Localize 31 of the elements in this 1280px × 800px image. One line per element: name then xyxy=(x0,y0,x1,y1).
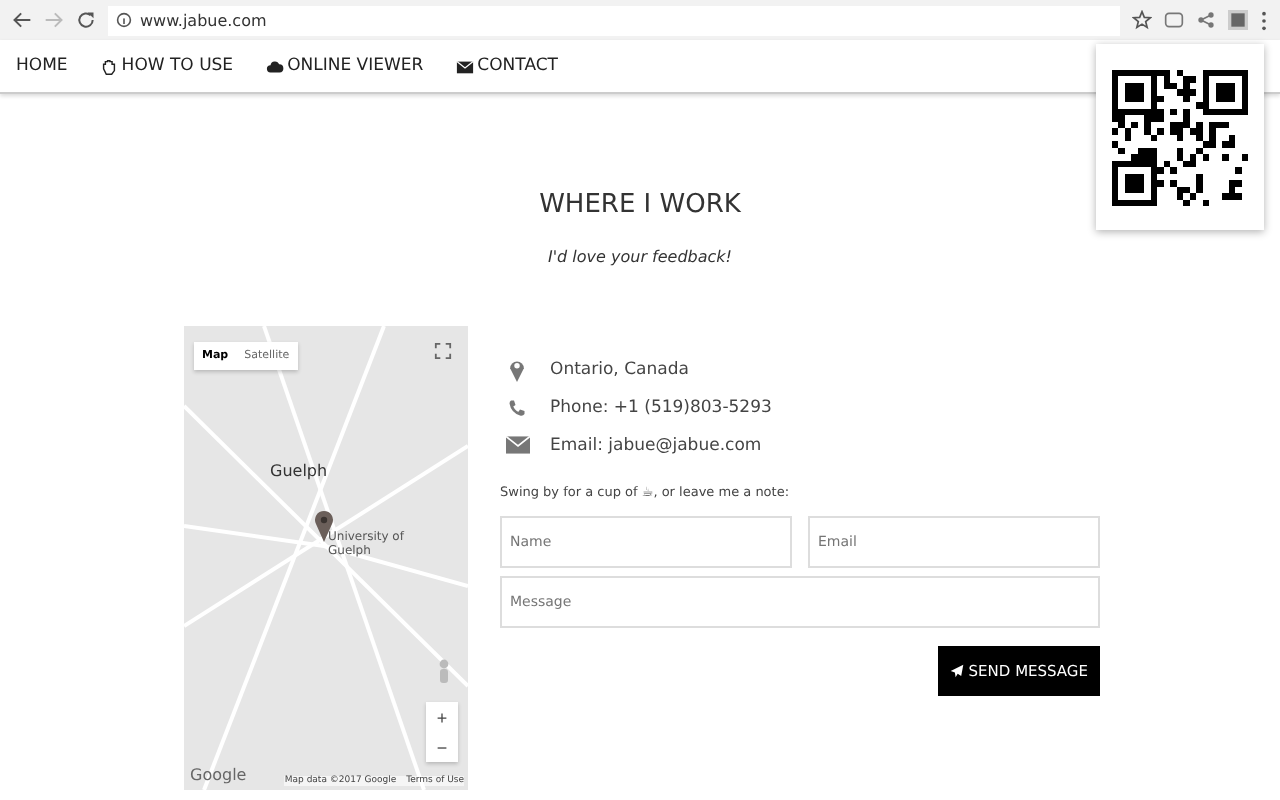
qr-extension-icon[interactable] xyxy=(1228,10,1248,30)
fullscreen-icon[interactable] xyxy=(434,342,452,360)
star-icon[interactable] xyxy=(1132,10,1152,30)
contact-detail: Email: jabue@jabue.com xyxy=(550,435,762,455)
location-pin-icon xyxy=(508,357,526,381)
nav-link[interactable]: HOME xyxy=(16,56,68,76)
contact-detail: Ontario, Canada xyxy=(550,359,689,379)
hand-icon xyxy=(99,57,118,75)
phone-icon xyxy=(508,395,526,419)
qr-code-icon xyxy=(1112,67,1248,207)
nav-link[interactable]: ONLINE VIEWER xyxy=(265,56,424,76)
nav-link[interactable]: HOW TO USE xyxy=(99,56,234,76)
menu-icon[interactable] xyxy=(1260,9,1268,31)
zoom-in-button[interactable]: + xyxy=(426,702,458,732)
cloud-icon xyxy=(265,57,284,75)
section-subtitle: I'd love your feedback! xyxy=(546,248,734,266)
map-city-label: Guelph xyxy=(270,462,328,480)
map-logo: Google xyxy=(190,766,247,784)
envelope-icon xyxy=(455,57,474,75)
contact-detail: Phone: +1 (519)803-5293 xyxy=(550,397,772,417)
extension-icon[interactable] xyxy=(1164,10,1184,30)
back-icon[interactable] xyxy=(12,10,32,30)
section-title: WHERE I WORK xyxy=(537,190,743,220)
reload-icon[interactable] xyxy=(76,10,96,30)
nav-link[interactable]: CONTACT xyxy=(455,56,558,76)
address-bar[interactable]: www.jabue.com xyxy=(108,5,1120,35)
share-icon[interactable] xyxy=(1196,10,1216,30)
envelope-icon xyxy=(506,436,530,454)
info-icon xyxy=(116,12,132,28)
zoom-out-button[interactable]: − xyxy=(426,732,458,762)
paper-plane-icon xyxy=(950,664,965,678)
